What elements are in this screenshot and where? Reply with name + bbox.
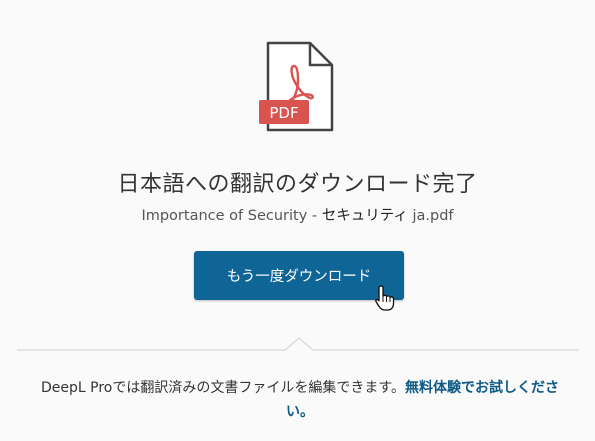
promo-text: DeepL Proでは翻訳済みの文書ファイルを編集できます。 bbox=[41, 380, 405, 396]
pdf-file-icon: PDF bbox=[258, 40, 338, 134]
download-complete-page: PDF 日本語への翻訳のダウンロード完了 Importance of Secur… bbox=[0, 0, 595, 441]
pro-promo-text: DeepL Proでは翻訳済みの文書ファイルを編集できます。無料体験でお試しくだ… bbox=[30, 376, 570, 424]
pdf-badge-label: PDF bbox=[269, 104, 298, 122]
file-name-suffix: ja.pdf bbox=[407, 208, 454, 224]
download-again-button[interactable]: もう一度ダウンロード bbox=[194, 251, 404, 300]
page-title: 日本語への翻訳のダウンロード完了 bbox=[117, 172, 478, 197]
file-name-ja: セキュリティ bbox=[321, 208, 408, 224]
section-divider bbox=[17, 336, 579, 356]
file-name-prefix: Importance of Security - bbox=[141, 208, 322, 224]
file-name: Importance of Security - セキュリティ ja.pdf bbox=[0, 204, 595, 225]
hand-pointer-cursor-icon bbox=[374, 284, 396, 312]
